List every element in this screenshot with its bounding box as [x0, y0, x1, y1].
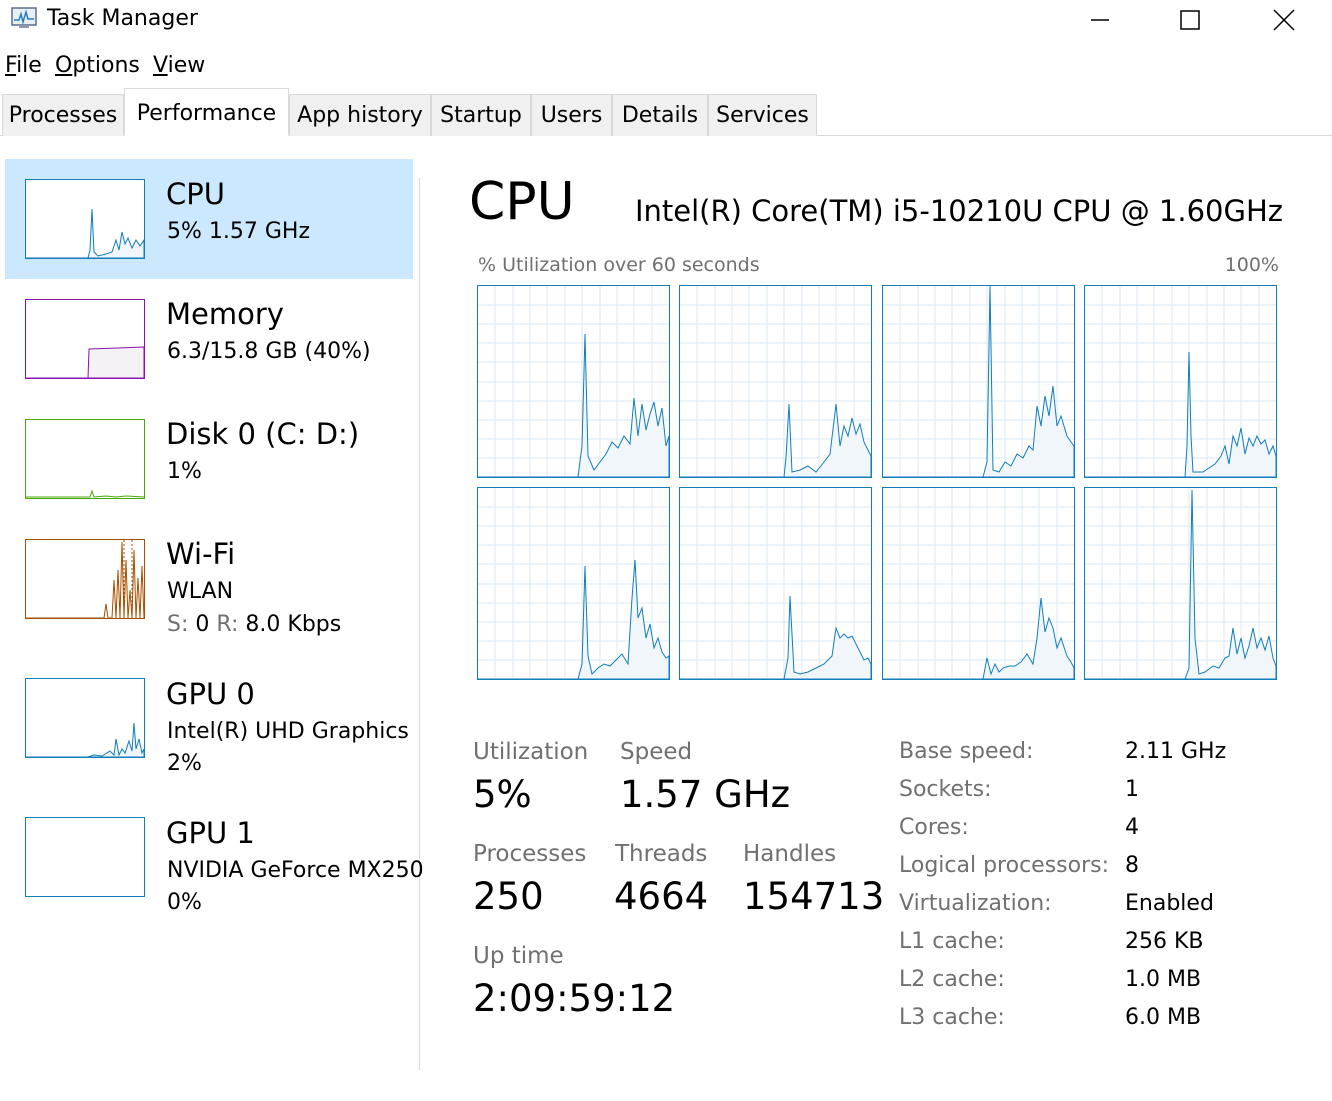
sidebar-item-disk-0[interactable]: Disk 0 (C: D:) 1%: [5, 399, 413, 519]
core-utilization-line: [478, 559, 669, 679]
wifi-throughput: S: 0 R: 8.0 Kbps: [167, 612, 341, 637]
spec-label: Base speed:: [899, 739, 1034, 764]
processes-value: 250: [473, 875, 544, 918]
core-utilization-line: [680, 595, 871, 679]
sidebar-item-title: Memory: [166, 297, 284, 331]
spec-value: 4: [1125, 815, 1139, 840]
wifi-graph-icon: [25, 539, 145, 619]
core-graph: [1084, 487, 1277, 680]
minimize-icon: [1091, 19, 1109, 21]
sidebar-item-detail: 1%: [167, 459, 202, 484]
spec-label: Cores:: [899, 815, 969, 840]
spec-label: L3 cache:: [899, 1005, 1005, 1030]
spec-value: 1: [1125, 777, 1139, 802]
sidebar-item-detail: WLAN: [167, 579, 234, 604]
spec-value: Enabled: [1125, 891, 1214, 916]
spec-value: 6.0 MB: [1125, 1005, 1202, 1030]
speed-value: 1.57 GHz: [620, 773, 791, 816]
sidebar-item-gpu-1[interactable]: GPU 1 NVIDIA GeForce MX250 0%: [5, 798, 424, 918]
core-graph: [882, 487, 1075, 680]
memory-graph-icon: [25, 299, 145, 379]
handles-label: Handles: [743, 841, 837, 867]
cpu-model-name: Intel(R) Core(TM) i5-10210U CPU @ 1.60GH…: [634, 194, 1283, 228]
spec-value: 1.0 MB: [1125, 967, 1202, 992]
sidebar-item-title: Disk 0 (C: D:): [166, 417, 360, 451]
task-manager-app-icon: [10, 6, 38, 30]
receive-label: R:: [216, 612, 239, 637]
tab-users[interactable]: Users: [531, 94, 612, 136]
threads-label: Threads: [615, 841, 708, 867]
tab-services[interactable]: Services: [708, 94, 817, 136]
graph-max-label: 100%: [1224, 254, 1279, 276]
sidebar-item-title: GPU 0: [166, 677, 255, 711]
utilization-label: Utilization: [473, 739, 589, 765]
spec-label: Logical processors:: [899, 853, 1110, 878]
core-graph: [882, 285, 1075, 478]
sidebar-item-detail: 5% 1.57 GHz: [167, 219, 311, 244]
tab-performance[interactable]: Performance: [124, 88, 289, 136]
send-label: S:: [167, 612, 189, 637]
sidebar-divider: [419, 178, 420, 1070]
gpu0-graph-icon: [25, 678, 145, 758]
core-utilization-line: [680, 403, 871, 477]
spec-value: 256 KB: [1125, 929, 1204, 954]
window-title: Task Manager: [47, 6, 198, 31]
threads-value: 4664: [614, 875, 709, 918]
tab-details[interactable]: Details: [612, 94, 708, 136]
graph-caption: % Utilization over 60 seconds: [478, 254, 760, 276]
sidebar-item-gpu-0[interactable]: GPU 0 Intel(R) UHD Graphics 2%: [5, 659, 413, 779]
core-graph: [679, 285, 872, 478]
sidebar-item-title: CPU: [166, 177, 225, 211]
core-graph: [477, 285, 670, 478]
sidebar-item-detail: 6.3/15.8 GB (40%): [167, 339, 371, 364]
sidebar-item-detail: NVIDIA GeForce MX250: [167, 858, 424, 883]
core-graph: [679, 487, 872, 680]
menu-file[interactable]: File: [5, 53, 42, 78]
core-utilization-line: [883, 597, 1074, 679]
close-button[interactable]: [1239, 0, 1329, 40]
sidebar-item-wifi[interactable]: Wi-Fi WLAN S: 0 R: 8.0 Kbps: [5, 519, 413, 639]
spec-label: L2 cache:: [899, 967, 1005, 992]
sidebar-item-usage: 2%: [167, 751, 202, 776]
maximize-button[interactable]: [1145, 0, 1235, 40]
sidebar-item-title: GPU 1: [166, 816, 255, 850]
page-title: CPU: [469, 172, 575, 232]
title-bar[interactable]: Task Manager: [0, 0, 1332, 40]
spec-value: 8: [1125, 853, 1139, 878]
tab-processes[interactable]: Processes: [2, 94, 124, 136]
spec-label: Sockets:: [899, 777, 992, 802]
sidebar-item-usage: 0%: [167, 890, 202, 915]
spec-label: Virtualization:: [899, 891, 1052, 916]
sidebar-item-memory[interactable]: Memory 6.3/15.8 GB (40%): [5, 279, 413, 399]
sidebar-item-cpu[interactable]: CPU 5% 1.57 GHz: [5, 159, 413, 279]
uptime-value: 2:09:59:12: [473, 977, 676, 1020]
disk-graph-icon: [25, 419, 145, 499]
core-graph: [1084, 285, 1277, 478]
send-value: 0: [195, 612, 210, 637]
minimize-button[interactable]: [1055, 0, 1145, 40]
tab-app-history[interactable]: App history: [289, 94, 431, 136]
spec-value: 2.11 GHz: [1125, 739, 1227, 764]
gpu1-graph-icon: [25, 817, 145, 897]
tab-startup[interactable]: Startup: [431, 94, 531, 136]
speed-label: Speed: [620, 739, 693, 765]
menu-view[interactable]: View: [153, 53, 205, 78]
utilization-value: 5%: [473, 773, 532, 816]
core-utilization-line: [478, 333, 669, 477]
handles-value: 154713: [743, 875, 885, 918]
menu-options[interactable]: Options: [55, 53, 140, 78]
sidebar-item-title: Wi-Fi: [166, 537, 236, 571]
close-icon: [1273, 9, 1295, 31]
uptime-label: Up time: [473, 943, 564, 969]
maximize-icon: [1180, 10, 1200, 30]
core-graph: [477, 487, 670, 680]
spec-label: L1 cache:: [899, 929, 1005, 954]
receive-value: 8.0 Kbps: [245, 612, 342, 637]
processes-label: Processes: [473, 841, 587, 867]
cpu-graph-icon: [25, 179, 145, 259]
sidebar-item-detail: Intel(R) UHD Graphics: [167, 719, 409, 744]
